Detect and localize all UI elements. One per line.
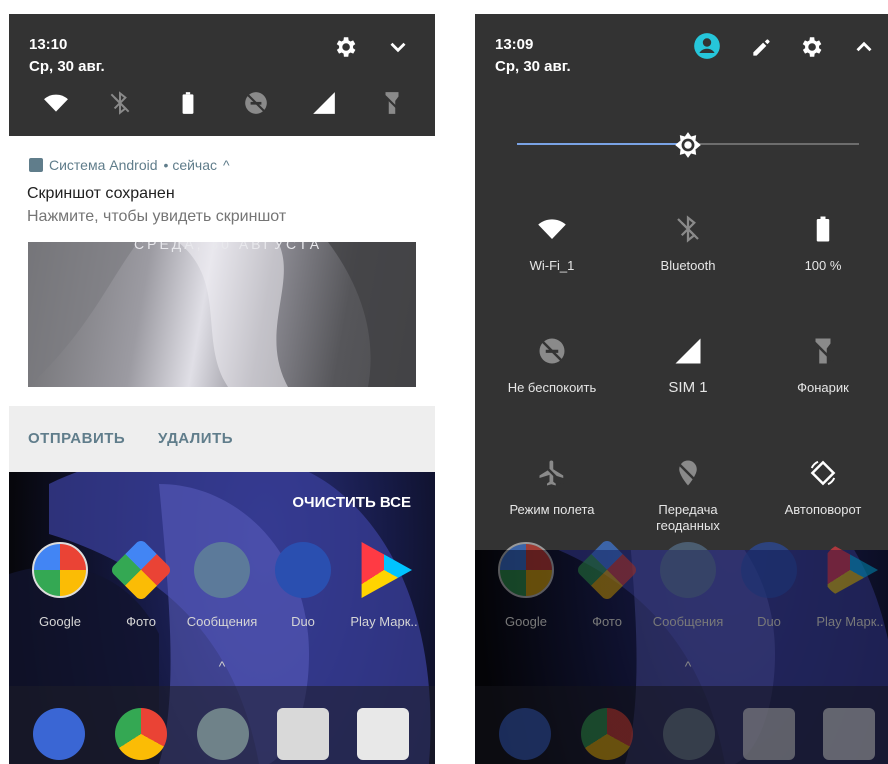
location-off-icon bbox=[675, 460, 701, 486]
camera-icon[interactable] bbox=[277, 708, 329, 760]
notification-actions: ОТПРАВИТЬ УДАЛИТЬ bbox=[9, 406, 435, 472]
settings-icon[interactable] bbox=[798, 34, 824, 60]
screenshot-notification[interactable]: Система Android • сейчас ^ Скриншот сохр… bbox=[9, 136, 435, 406]
app-label: Google bbox=[39, 614, 81, 629]
tile-label: SIM 1 bbox=[668, 379, 708, 396]
notification-header: Система Android • сейчас ^ bbox=[29, 157, 230, 173]
battery-full-icon bbox=[816, 216, 830, 242]
tile-bluetooth[interactable]: Bluetooth bbox=[618, 214, 758, 274]
clock: 13:10 bbox=[29, 36, 68, 53]
app-label: Сообщения bbox=[186, 614, 258, 629]
tile-wifi[interactable]: Wi-Fi_1 bbox=[482, 214, 622, 274]
signal-icon bbox=[675, 338, 701, 364]
brightness-slider-fill bbox=[517, 143, 685, 145]
app-messages[interactable]: Сообщения bbox=[181, 542, 263, 629]
tile-flashlight[interactable]: Фонарик bbox=[753, 336, 888, 396]
app-google[interactable]: Google bbox=[19, 542, 101, 629]
expand-icon[interactable]: ^ bbox=[223, 157, 230, 173]
preview-caption: СРЕДА, 30 АВГУСТА bbox=[134, 242, 323, 252]
right-screenshot: 13:09 Ср, 30 авг. Wi-Fi_1 Bluetooth 100 … bbox=[475, 14, 888, 764]
notification-app-name: Система Android bbox=[49, 157, 158, 173]
app-duo[interactable]: Duo bbox=[262, 542, 344, 629]
image-icon bbox=[29, 158, 43, 172]
delete-button[interactable]: УДАЛИТЬ bbox=[158, 430, 233, 447]
wifi-icon bbox=[538, 219, 566, 239]
messages-icon bbox=[194, 542, 250, 598]
tile-auto-rotate[interactable]: Автоповорот bbox=[753, 458, 888, 518]
notification-title: Скриншот сохранен bbox=[27, 185, 175, 202]
tile-battery[interactable]: 100 % bbox=[753, 214, 888, 274]
tile-label: Не беспокоить bbox=[507, 380, 597, 395]
dim-overlay bbox=[475, 550, 888, 764]
date: Ср, 30 авг. bbox=[29, 58, 105, 75]
app-drawer-chevron-icon[interactable]: ^ bbox=[9, 658, 435, 674]
do-not-disturb-off-icon[interactable] bbox=[243, 90, 269, 116]
tile-label: Wi-Fi_1 bbox=[529, 258, 575, 273]
chevron-up-icon[interactable] bbox=[851, 34, 877, 60]
tile-label: 100 % bbox=[804, 258, 842, 273]
gmail-icon[interactable] bbox=[357, 708, 409, 760]
photos-icon bbox=[109, 538, 173, 602]
quick-settings-panel: 13:09 Ср, 30 авг. Wi-Fi_1 Bluetooth 100 … bbox=[475, 14, 888, 550]
clear-all-button[interactable]: ОЧИСТИТЬ ВСЕ bbox=[292, 494, 411, 511]
tile-location[interactable]: Передача геоданных bbox=[618, 458, 758, 534]
clock: 13:09 bbox=[495, 36, 534, 53]
tile-airplane[interactable]: Режим полета bbox=[482, 458, 622, 518]
tile-label: Фонарик bbox=[797, 380, 849, 395]
notification-text: Нажмите, чтобы увидеть скриншот bbox=[27, 208, 287, 225]
app-play-market[interactable]: Play Марк.. bbox=[343, 542, 425, 629]
edit-pencil-icon[interactable] bbox=[749, 34, 775, 60]
tile-label: Режим полета bbox=[509, 502, 595, 517]
do-not-disturb-off-icon bbox=[539, 338, 565, 364]
battery-full-icon[interactable] bbox=[175, 90, 201, 116]
chevron-down-icon[interactable] bbox=[385, 34, 411, 60]
bluetooth-off-icon[interactable] bbox=[107, 90, 133, 116]
tile-sim[interactable]: SIM 1 bbox=[618, 336, 758, 396]
settings-icon[interactable] bbox=[197, 708, 249, 760]
account-icon[interactable] bbox=[693, 32, 721, 60]
app-label: Play Марк.. bbox=[350, 614, 418, 629]
tile-do-not-disturb[interactable]: Не беспокоить bbox=[482, 336, 622, 396]
settings-icon[interactable] bbox=[332, 34, 358, 60]
wifi-icon[interactable] bbox=[39, 90, 73, 116]
tile-label: Автоповорот bbox=[784, 502, 862, 517]
brightness-icon[interactable] bbox=[674, 131, 702, 159]
auto-rotate-icon bbox=[810, 460, 836, 486]
google-folder-icon bbox=[32, 542, 88, 598]
flashlight-off-icon[interactable] bbox=[379, 90, 405, 116]
phone-icon[interactable] bbox=[33, 708, 85, 760]
notification-time: • сейчас bbox=[163, 157, 218, 173]
date: Ср, 30 авг. bbox=[495, 58, 571, 75]
flashlight-off-icon bbox=[812, 338, 834, 364]
left-screenshot: 13:10 Ср, 30 авг. Система Android • сейч… bbox=[9, 14, 435, 764]
tile-label: Bluetooth bbox=[660, 258, 716, 273]
airplane-off-icon bbox=[539, 460, 565, 486]
notification-shade-header: 13:10 Ср, 30 авг. bbox=[9, 14, 435, 136]
send-button[interactable]: ОТПРАВИТЬ bbox=[28, 430, 125, 447]
signal-icon[interactable] bbox=[311, 90, 337, 116]
app-label: Фото bbox=[126, 614, 156, 629]
tile-label: Передача геоданных bbox=[656, 502, 720, 533]
dock bbox=[9, 686, 435, 764]
quick-settings-mini-row bbox=[9, 90, 435, 124]
duo-icon bbox=[275, 542, 331, 598]
app-photos[interactable]: Фото bbox=[100, 538, 182, 629]
screenshot-preview[interactable]: СРЕДА, 30 АВГУСТА bbox=[28, 242, 416, 387]
chrome-icon[interactable] bbox=[115, 708, 167, 760]
app-label: Duo bbox=[291, 614, 315, 629]
play-store-icon bbox=[361, 542, 412, 598]
bluetooth-off-icon bbox=[677, 215, 699, 243]
home-app-row: Google Фото Сообщения Duo Play Марк.. bbox=[9, 538, 435, 652]
